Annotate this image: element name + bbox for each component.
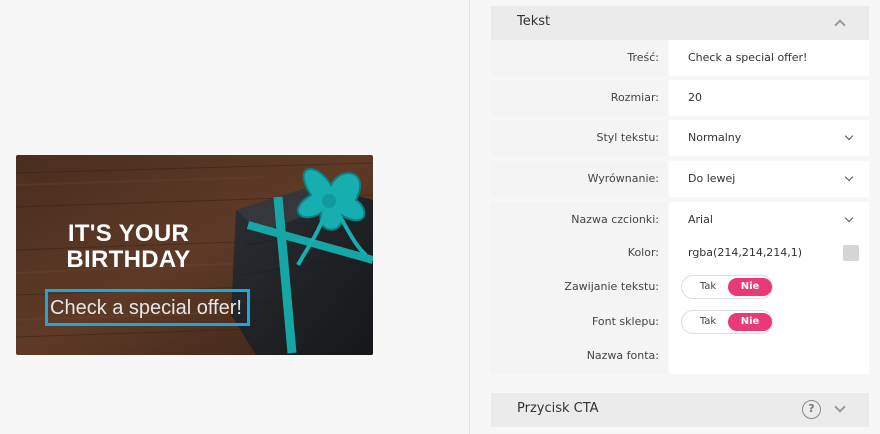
font-name-label: Nazwa czcionki: <box>491 202 667 238</box>
store-font-yes-option[interactable]: Tak <box>686 313 730 331</box>
content-label: Treść: <box>491 40 667 76</box>
color-row: Kolor: rgba(214,214,214,1) <box>491 235 869 271</box>
size-input[interactable]: 20 <box>669 80 869 116</box>
style-row: Styl tekstu: Normalny <box>491 120 869 156</box>
selected-text-layer[interactable]: Check a special offer! <box>45 289 250 326</box>
chevron-down-icon <box>844 213 854 223</box>
color-value[interactable]: rgba(214,214,214,1) <box>688 246 802 259</box>
wrap-value-cell: Tak Nie <box>669 269 869 305</box>
color-swatch[interactable] <box>843 245 859 261</box>
font-label-label: Nazwa fonta: <box>491 338 667 374</box>
wrap-label: Zawijanie tekstu: <box>491 269 667 305</box>
store-font-toggle[interactable]: Tak Nie <box>681 310 773 334</box>
section-title: Przycisk CTA <box>517 401 599 416</box>
cta-section-header[interactable]: Przycisk CTA ? <box>491 393 869 427</box>
question-icon[interactable]: ? <box>802 400 821 419</box>
store-font-value-cell: Tak Nie <box>669 304 869 340</box>
properties-panel: Tekst Treść: Check a special offer! Rozm… <box>491 0 869 434</box>
birthday-banner[interactable]: IT'S YOUR BIRTHDAY Check a special offer… <box>16 155 373 355</box>
chevron-down-icon <box>844 131 854 141</box>
banner-headline: IT'S YOUR BIRTHDAY <box>16 221 241 273</box>
color-label: Kolor: <box>491 235 667 271</box>
chevron-down-icon[interactable] <box>834 401 846 413</box>
content-input[interactable]: Check a special offer! <box>669 40 869 76</box>
font-label-input[interactable] <box>669 338 869 374</box>
offer-text[interactable]: Check a special offer! <box>50 296 242 320</box>
color-input[interactable]: rgba(214,214,214,1) <box>669 235 869 271</box>
style-value: Normalny <box>688 131 742 144</box>
size-label: Rozmiar: <box>491 80 667 116</box>
canvas-area: IT'S YOUR BIRTHDAY Check a special offer… <box>0 0 470 434</box>
font-name-select[interactable]: Arial <box>669 202 869 238</box>
headline-line-2: BIRTHDAY <box>66 246 191 273</box>
wrap-row: Zawijanie tekstu: Tak Nie <box>491 269 869 305</box>
style-label: Styl tekstu: <box>491 120 667 156</box>
style-select[interactable]: Normalny <box>669 120 869 156</box>
size-row: Rozmiar: 20 <box>491 80 869 116</box>
chevron-down-icon <box>844 172 854 182</box>
chevron-up-icon[interactable] <box>834 19 846 31</box>
section-title: Tekst <box>517 14 551 29</box>
text-properties: Treść: Check a special offer! Rozmiar: 2… <box>491 40 869 376</box>
wrap-toggle[interactable]: Tak Nie <box>681 275 773 299</box>
content-row: Treść: Check a special offer! <box>491 40 869 76</box>
align-select[interactable]: Do lewej <box>669 161 869 197</box>
align-value: Do lewej <box>688 172 736 185</box>
store-font-row: Font sklepu: Tak Nie <box>491 304 869 340</box>
font-label-row: Nazwa fonta: <box>491 338 869 374</box>
wrap-yes-option[interactable]: Tak <box>686 278 730 296</box>
font-name-row: Nazwa czcionki: Arial <box>491 202 869 238</box>
store-font-no-option[interactable]: Nie <box>728 313 772 331</box>
wrap-no-option[interactable]: Nie <box>728 278 772 296</box>
store-font-label: Font sklepu: <box>491 304 667 340</box>
align-label: Wyrównanie: <box>491 161 667 197</box>
headline-line-1: IT'S YOUR <box>67 220 190 247</box>
text-section-header[interactable]: Tekst <box>491 6 869 40</box>
align-row: Wyrównanie: Do lewej <box>491 161 869 197</box>
font-name-value: Arial <box>688 213 713 226</box>
